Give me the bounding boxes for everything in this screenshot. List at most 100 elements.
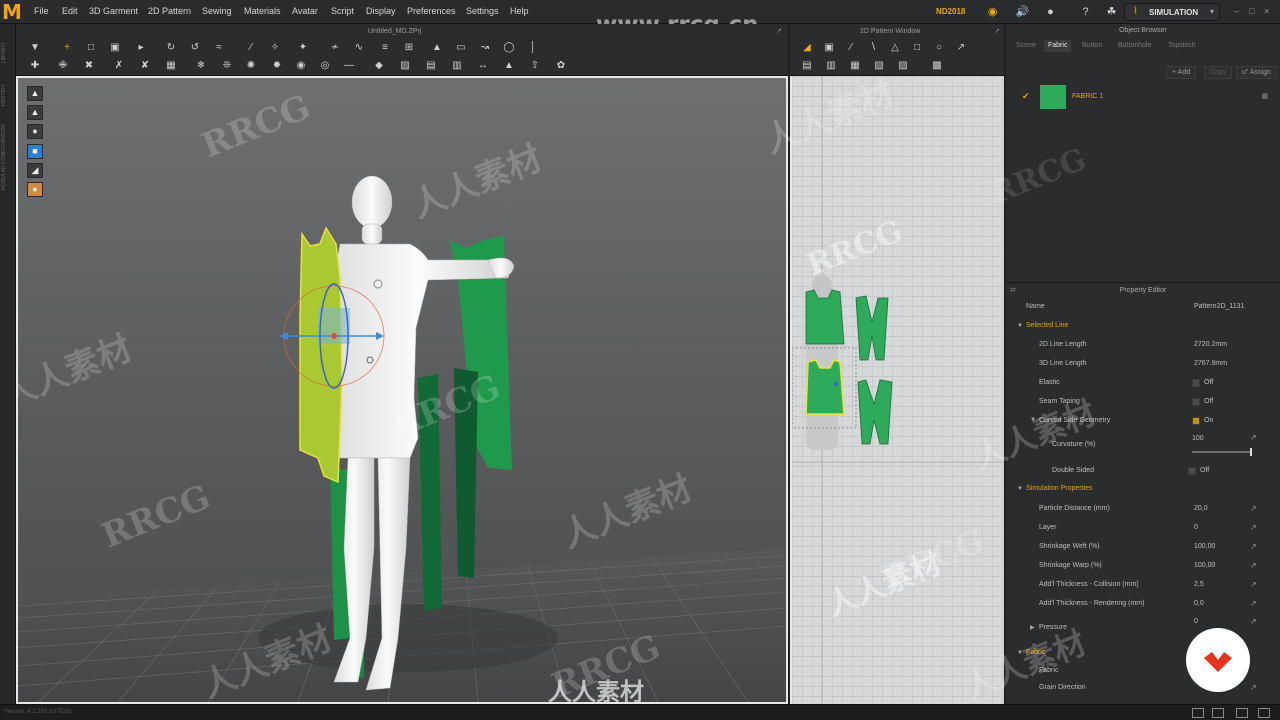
elastic-checkbox[interactable] [1192, 379, 1200, 387]
edit-curve-icon[interactable]: ∕ [844, 42, 858, 54]
palette-icon[interactable]: ✿ [554, 60, 568, 72]
free-sewing-icon[interactable]: ▥ [824, 60, 838, 72]
buttonhole-icon[interactable]: ◎ [318, 60, 332, 72]
check-sewing-icon[interactable]: ▦ [848, 60, 862, 72]
tack-icon[interactable]: ✦ [296, 42, 310, 54]
avatar-pose-icon[interactable]: ✚ [28, 60, 42, 72]
history-tab[interactable]: HISTORY [1, 84, 7, 106]
seam-taping-checkbox[interactable] [1192, 398, 1200, 406]
caret-down-icon[interactable]: ▼ [1030, 417, 1036, 423]
shrinkage-warp-value[interactable]: 100,00 [1194, 562, 1215, 569]
line-icon[interactable]: ∕ [244, 42, 258, 54]
hide-icon[interactable]: ✺ [244, 60, 258, 72]
tab-fabric[interactable]: Fabric [1044, 40, 1072, 52]
pin-icon[interactable]: ↗ [1250, 617, 1257, 626]
copy-fabric-button[interactable]: Copy [1204, 66, 1233, 79]
drape-icon[interactable]: ▲ [502, 60, 516, 72]
segment-sewing-icon[interactable]: ▤ [800, 60, 814, 72]
tuck-icon[interactable]: ↺ [188, 42, 202, 54]
pressure-value[interactable]: 0 [1194, 618, 1198, 625]
curvature-slider-handle[interactable] [1250, 448, 1252, 456]
measure-icon[interactable]: ≁ [328, 42, 342, 54]
pin-icon[interactable]: ↗ [1250, 561, 1257, 570]
flatten-icon[interactable]: ✘ [138, 60, 152, 72]
deactivate-icon[interactable]: ❊ [220, 60, 234, 72]
menu-sewing[interactable]: Sewing [202, 6, 232, 16]
fold-icon[interactable]: ↻ [164, 42, 178, 54]
shirring-icon[interactable]: ≈ [212, 42, 226, 54]
menu-script[interactable]: Script [331, 6, 354, 16]
caret-right-icon[interactable]: ▶ [1030, 624, 1035, 631]
edit-point-icon[interactable]: ▣ [822, 42, 836, 54]
sewing-icon[interactable]: ∿ [352, 42, 366, 54]
pin-icon[interactable]: ↗ [1250, 599, 1257, 608]
pin-icon[interactable]: ↗ [1250, 433, 1257, 442]
section-fabric[interactable]: Fabric [1026, 649, 1045, 656]
select-icon[interactable]: ▼ [28, 42, 42, 54]
modular-tab[interactable]: MODULAR CONFIGURATOR [1, 124, 7, 190]
skin-display-icon[interactable]: ● [27, 182, 43, 197]
hanger-icon[interactable]: ↝ [478, 42, 492, 54]
curvature-value[interactable]: 100 [1192, 435, 1204, 442]
menu-2d-pattern[interactable]: 2D Pattern [148, 6, 191, 16]
layout-split-icon[interactable] [1212, 708, 1224, 718]
menu-materials[interactable]: Materials [244, 6, 281, 16]
viewport2d[interactable]: RRCG 人人素材 [790, 76, 1004, 704]
menu-file[interactable]: File [34, 6, 49, 16]
menu-settings[interactable]: Settings [466, 6, 499, 16]
speaker-icon[interactable]: 🔊 [1015, 5, 1030, 19]
caret-down-icon[interactable]: ▼ [1017, 323, 1023, 329]
thickness-rendering-value[interactable]: 0,0 [1194, 600, 1204, 607]
grain-icon[interactable]: ▩ [930, 60, 944, 72]
user-icon[interactable]: ● [1043, 5, 1058, 19]
zip-icon[interactable]: ≡ [378, 42, 392, 54]
topstitch-icon[interactable]: — [342, 60, 356, 72]
garment-icon[interactable]: ▲ [430, 42, 444, 54]
layout-2d-icon[interactable] [1236, 708, 1248, 718]
puckering-icon[interactable]: ◆ [372, 60, 386, 72]
trim-icon[interactable]: ▭ [454, 42, 468, 54]
move-icon[interactable]: + [60, 42, 74, 54]
library-tab[interactable]: LIBRARY [1, 42, 7, 63]
reset-icon[interactable]: ✗ [112, 60, 126, 72]
polygon-icon[interactable]: △ [888, 42, 902, 54]
upload-icon[interactable]: ⇧ [528, 60, 542, 72]
tuck-2d-icon[interactable]: ▨ [896, 60, 910, 72]
tab-scene[interactable]: Scene [1012, 40, 1040, 52]
pin-icon[interactable]: ↗ [1250, 580, 1257, 589]
caret-down-icon[interactable]: ▼ [1017, 650, 1023, 656]
curvature-slider-track[interactable] [1192, 451, 1252, 453]
transform-icon[interactable]: ▣ [108, 42, 122, 54]
particle-distance-value[interactable]: 20,0 [1194, 505, 1208, 512]
pin-icon[interactable]: ↗ [1250, 683, 1257, 692]
name-value[interactable]: Pattern2D_1131 [1194, 303, 1244, 310]
minimize-button[interactable]: – [1234, 6, 1239, 16]
caret-down-icon[interactable]: ▼ [1017, 486, 1023, 492]
section-simulation[interactable]: Simulation Properties [1026, 485, 1093, 492]
align-icon[interactable]: ↔ [476, 60, 490, 72]
graphic-icon[interactable]: ▨ [398, 60, 412, 72]
texture-icon[interactable]: ▤ [424, 60, 438, 72]
tab-buttonhole[interactable]: Buttonhole [1114, 40, 1155, 52]
curved-side-checkbox[interactable] [1192, 417, 1200, 425]
fabric-list-item[interactable]: ✔ FABRIC 1 ▦ [1006, 84, 1280, 112]
layout-single-icon[interactable] [1192, 708, 1204, 718]
double-sided-checkbox[interactable] [1188, 467, 1196, 475]
pin-icon[interactable]: ↗ [1250, 523, 1257, 532]
collapse-icon[interactable]: ⇄ [1010, 286, 1016, 294]
pin-icon[interactable]: ↗ [1250, 504, 1257, 513]
brush-icon[interactable]: ◯ [502, 42, 516, 54]
tab-topstitch[interactable]: Topstitch [1164, 40, 1200, 52]
maximize-button[interactable]: □ [1249, 6, 1254, 16]
freeze-icon[interactable]: ❄ [194, 60, 208, 72]
bind-icon[interactable]: ⊞ [402, 42, 416, 54]
layout-3d-icon[interactable] [1258, 708, 1270, 718]
expand-2d-icon[interactable]: ↗ [994, 27, 1000, 35]
shrinkage-weft-value[interactable]: 100,00 [1194, 543, 1215, 550]
help-icon[interactable]: ? [1078, 5, 1093, 19]
app-logo[interactable]: M [2, 2, 24, 22]
garment-front-icon[interactable]: ▲ [27, 86, 43, 101]
menu-help[interactable]: Help [510, 6, 529, 16]
menu-display[interactable]: Display [366, 6, 396, 16]
tab-button[interactable]: Button [1078, 40, 1106, 52]
